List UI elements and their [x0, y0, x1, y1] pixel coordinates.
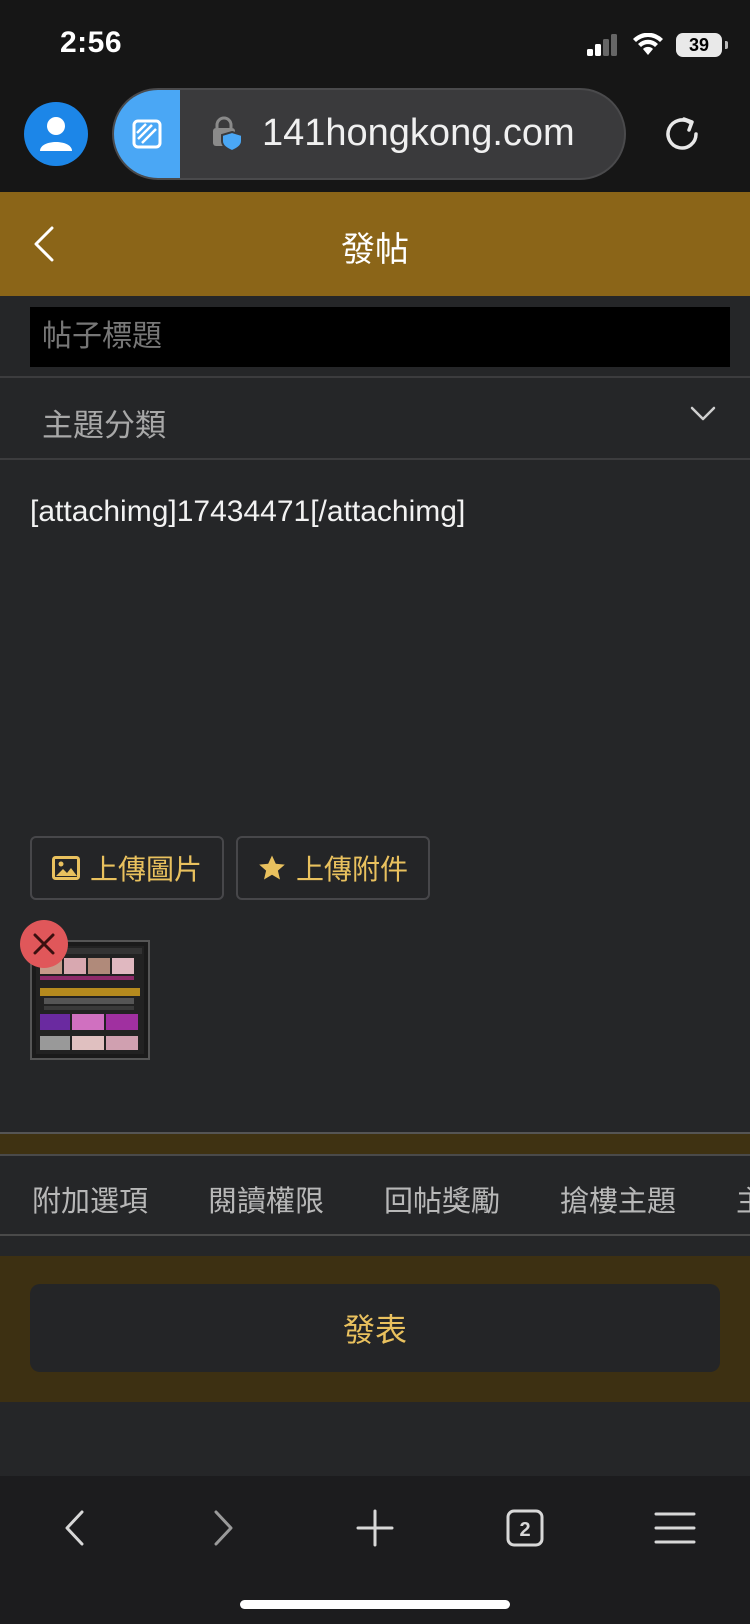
page-title: 發帖 [341, 231, 409, 269]
upload-buttons: 上傳圖片 上傳附件 [30, 836, 431, 900]
tab-more[interactable]: 主 [736, 1178, 750, 1220]
back-icon [65, 1510, 84, 1546]
new-tab-button[interactable] [343, 1496, 407, 1560]
status-bar: 2:56 39 [0, 0, 750, 88]
post-form: 主題分類 [attachimg]17434471[/attachimg] 上傳圖… [0, 296, 750, 1476]
submit-button[interactable]: 發表 [30, 1284, 720, 1372]
address-bar[interactable]: 141hongkong.com [112, 88, 626, 180]
tab-count: 2 [519, 1519, 530, 1541]
category-select[interactable]: 主題分類 [0, 378, 750, 460]
status-time: 2:56 [60, 26, 123, 59]
profile-icon [40, 117, 72, 151]
home-indicator [240, 1600, 510, 1609]
browser-back-button[interactable] [42, 1496, 106, 1560]
signal-icon [587, 34, 617, 56]
remove-attachment-button[interactable] [20, 920, 68, 968]
tab-icon [132, 119, 162, 149]
tab-floor-grab[interactable]: 搶樓主題 [560, 1178, 676, 1220]
close-icon [33, 933, 55, 955]
browser-toolbar: 2 [0, 1476, 750, 1624]
category-label: 主題分類 [42, 408, 166, 443]
status-icons: 39 [586, 30, 728, 60]
tab-extra-options[interactable]: 附加選項 [32, 1178, 148, 1220]
upload-image-button[interactable]: 上傳圖片 [30, 836, 225, 900]
reload-icon [666, 117, 698, 150]
chevron-down-icon [690, 406, 716, 421]
upload-image-label: 上傳圖片 [90, 854, 203, 885]
tab-switcher-button[interactable] [114, 90, 180, 178]
wifi-icon [633, 33, 663, 55]
title-row [0, 296, 750, 378]
menu-icon [654, 1512, 696, 1544]
post-title-input[interactable] [30, 307, 730, 367]
plus-icon [356, 1509, 394, 1547]
forward-icon [214, 1510, 233, 1546]
tabs-icon: 2 [506, 1509, 544, 1547]
post-content-editor[interactable]: [attachimg]17434471[/attachimg] [30, 492, 720, 792]
battery-indicator: 39 [676, 33, 728, 57]
menu-button[interactable] [643, 1496, 707, 1560]
page-header: 發帖 [0, 192, 750, 296]
submit-section: 發表 [0, 1256, 750, 1402]
url-text: 141hongkong.com [262, 112, 575, 154]
image-icon [52, 856, 80, 880]
upload-attachment-button[interactable]: 上傳附件 [236, 836, 431, 900]
upload-attachment-label: 上傳附件 [296, 854, 409, 885]
options-tabs: 附加選項 閱讀權限 回帖獎勵 搶樓主題 主 [0, 1154, 750, 1236]
tab-read-permission[interactable]: 閱讀權限 [208, 1178, 324, 1220]
browser-bar: 141hongkong.com [0, 88, 750, 192]
lock-shield-icon [213, 116, 243, 152]
profile-button[interactable] [24, 102, 88, 166]
tabs-button[interactable]: 2 [493, 1496, 557, 1560]
reload-button[interactable] [656, 108, 708, 160]
star-icon [259, 855, 285, 880]
tab-reply-reward[interactable]: 回帖獎勵 [384, 1178, 500, 1220]
browser-forward-button[interactable] [192, 1496, 256, 1560]
section-divider [0, 1132, 750, 1154]
